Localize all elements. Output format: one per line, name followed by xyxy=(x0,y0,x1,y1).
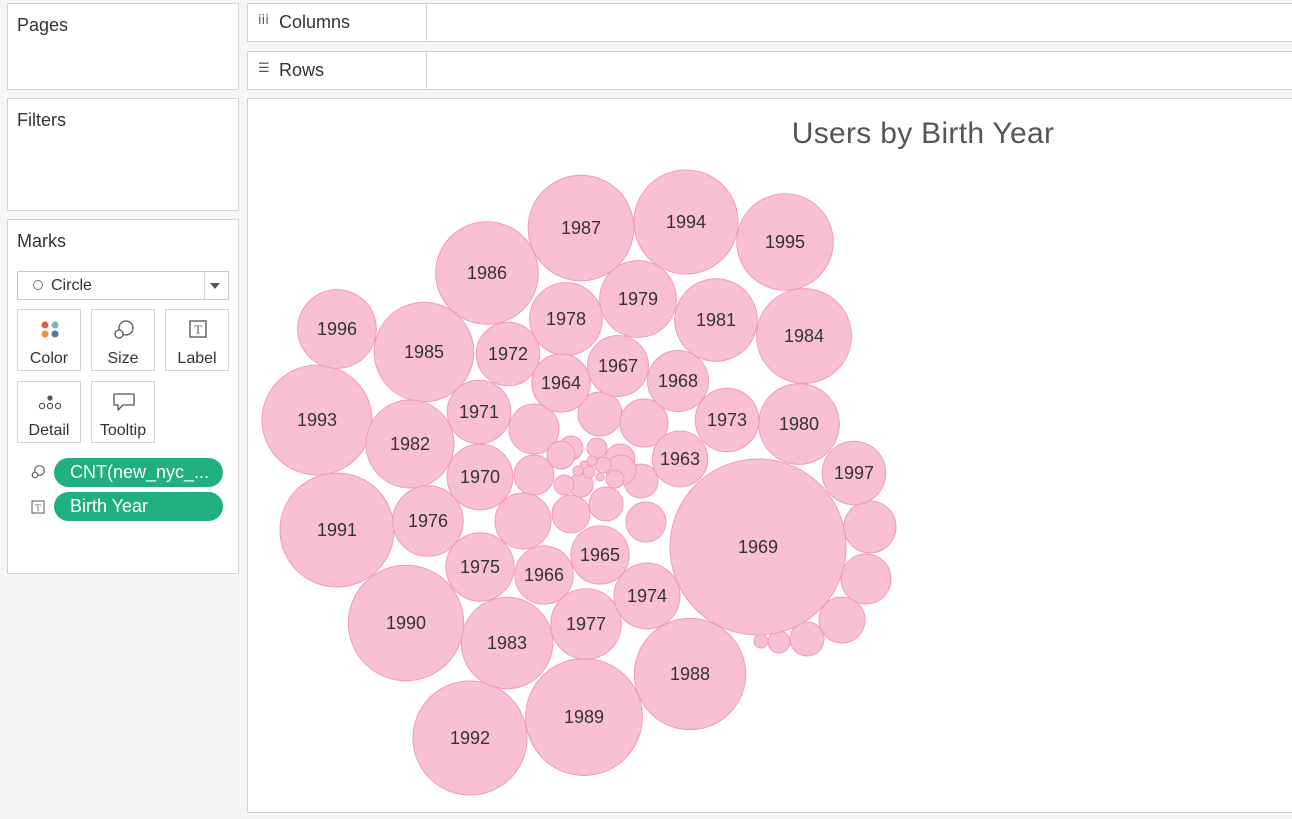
bubble-label: 1985 xyxy=(404,342,444,362)
bubble-label: 1966 xyxy=(524,565,564,585)
marks-card: Marks Circle Color Size T Label Detail T… xyxy=(7,219,239,574)
rows-icon: ☰ xyxy=(258,61,270,76)
filters-title: Filters xyxy=(17,110,66,130)
color-button[interactable]: Color xyxy=(17,309,81,371)
label-button[interactable]: T Label xyxy=(165,309,229,371)
bubble-label: 1992 xyxy=(450,728,490,748)
bubble-unlabeled[interactable] xyxy=(546,440,576,470)
tooltip-button-label: Tooltip xyxy=(99,422,147,439)
bubble-label: 1990 xyxy=(386,613,426,633)
bubble-unlabeled[interactable] xyxy=(551,494,591,534)
bubble-unlabeled[interactable] xyxy=(595,472,605,482)
bubble-unlabeled[interactable] xyxy=(494,492,552,550)
bubble-label: 1991 xyxy=(317,520,357,540)
bubble-label: 1967 xyxy=(598,356,638,376)
columns-shelf[interactable]: iii Columns xyxy=(247,3,1292,42)
filters-card[interactable]: Filters xyxy=(7,98,239,211)
bubble-unlabeled[interactable] xyxy=(579,460,589,470)
bubble-label: 1989 xyxy=(564,707,604,727)
bubble-unlabeled[interactable] xyxy=(625,501,667,543)
bubble-unlabeled[interactable] xyxy=(586,437,608,459)
bubble-label: 1987 xyxy=(561,218,601,238)
bubble-unlabeled[interactable] xyxy=(605,469,625,489)
bubble-unlabeled[interactable] xyxy=(588,486,624,522)
pages-card: Pages xyxy=(7,3,239,90)
bubble-label: 1979 xyxy=(618,289,658,309)
circle-icon xyxy=(33,280,43,290)
bubble-label: 1975 xyxy=(460,557,500,577)
columns-icon: iii xyxy=(258,13,269,28)
bubble-label: 1980 xyxy=(779,414,819,434)
bubble-label: 1997 xyxy=(834,463,874,483)
bubble-label: 1996 xyxy=(317,319,357,339)
bubble-label: 1965 xyxy=(580,545,620,565)
color-palette-icon xyxy=(41,321,59,338)
bubble-label: 1986 xyxy=(467,263,507,283)
bubble-label: 1994 xyxy=(666,212,706,232)
mark-type-label: Circle xyxy=(51,277,92,294)
bubble-label: 1969 xyxy=(738,537,778,557)
dropdown-divider xyxy=(204,272,205,299)
mark-type-dropdown[interactable]: Circle xyxy=(17,271,229,300)
bubble-unlabeled[interactable] xyxy=(818,596,866,644)
bubble-label: 1968 xyxy=(658,371,698,391)
svg-text:T: T xyxy=(35,504,41,514)
bubble-label: 1978 xyxy=(546,309,586,329)
bubble-unlabeled[interactable] xyxy=(840,553,892,605)
size-field-pill[interactable]: CNT(new_nyc_... xyxy=(54,458,223,487)
size-button[interactable]: Size xyxy=(91,309,155,371)
bubble-unlabeled[interactable] xyxy=(753,633,769,649)
columns-shelf-label: iii Columns xyxy=(248,4,427,41)
bubble-label: 1981 xyxy=(696,310,736,330)
color-button-label: Color xyxy=(29,350,69,367)
bubble-label: 1963 xyxy=(660,449,700,469)
chevron-down-icon[interactable] xyxy=(210,283,220,289)
bubble-label: 1973 xyxy=(707,410,747,430)
rows-shelf[interactable]: ☰ Rows xyxy=(247,51,1292,90)
tooltip-bubble-icon xyxy=(113,393,135,411)
bubble-label: 1974 xyxy=(627,586,667,606)
bubble-unlabeled[interactable] xyxy=(586,455,598,467)
size-encoding-icon xyxy=(31,465,45,479)
bubble-label: 1983 xyxy=(487,633,527,653)
label-encoding-icon: T xyxy=(31,500,45,514)
columns-text: Columns xyxy=(279,12,351,32)
bubble-label: 1972 xyxy=(488,344,528,364)
bubble-unlabeled[interactable] xyxy=(594,456,612,474)
bubble-label: 1988 xyxy=(670,664,710,684)
label-field-pill[interactable]: Birth Year xyxy=(54,492,223,521)
detail-button-label: Detail xyxy=(28,422,70,439)
size-icon xyxy=(114,320,134,339)
bubble-label: 1970 xyxy=(460,467,500,487)
bubble-label: 1976 xyxy=(408,511,448,531)
tooltip-button[interactable]: Tooltip xyxy=(91,381,155,443)
detail-button[interactable]: Detail xyxy=(17,381,81,443)
bubble-unlabeled[interactable] xyxy=(553,474,575,496)
text-label-icon: T xyxy=(189,320,207,338)
pages-title: Pages xyxy=(17,15,69,35)
rows-shelf-label: ☰ Rows xyxy=(248,52,427,89)
bubble-label: 1977 xyxy=(566,614,606,634)
bubble-label: 1984 xyxy=(784,326,824,346)
detail-dots-icon xyxy=(38,395,62,410)
bubble-label: 1995 xyxy=(765,232,805,252)
marks-title: Marks xyxy=(17,231,66,251)
svg-text:T: T xyxy=(194,324,202,337)
rows-text: Rows xyxy=(279,60,325,80)
bubble-label: 1964 xyxy=(541,373,581,393)
bubble-label: 1993 xyxy=(297,410,337,430)
size-button-label: Size xyxy=(107,350,139,367)
bubble-unlabeled[interactable] xyxy=(843,500,897,554)
viz-canvas[interactable]: Users by Birth Year 1969 1993 1991 1990 1992… xyxy=(247,98,1292,813)
bubble-label: 1982 xyxy=(390,434,430,454)
packed-bubble-chart[interactable]: 1969 1993 1991 1990 1992 1989 1988 1987 1994 1986… xyxy=(248,99,1292,813)
label-button-label: Label xyxy=(177,350,217,367)
bubble-label: 1971 xyxy=(459,402,499,422)
